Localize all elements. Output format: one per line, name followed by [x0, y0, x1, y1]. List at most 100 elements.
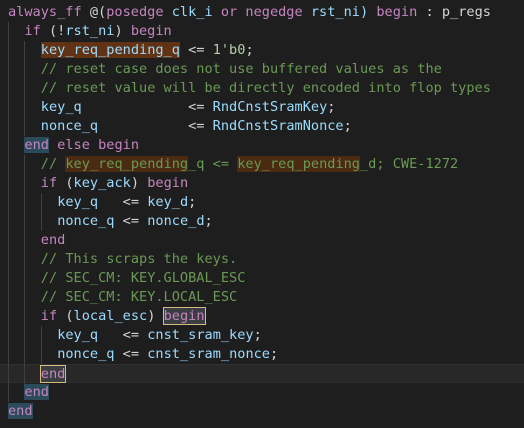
code-line[interactable]: // reset case does not use buffered valu… — [0, 60, 524, 79]
code-token: key_d — [147, 194, 189, 210]
code-token: key_q — [57, 327, 99, 343]
code-keyword: negedge — [245, 4, 303, 20]
code-token: ( — [57, 175, 74, 191]
code-line[interactable]: end — [0, 383, 524, 402]
code-keyword: end — [24, 137, 49, 153]
code-token: nonce_d — [147, 213, 205, 229]
indent-guide — [24, 365, 26, 384]
code-token: ) — [114, 23, 131, 39]
code-token: cnst_sram_key — [147, 327, 254, 343]
indent-guide — [8, 326, 9, 345]
code-line[interactable]: key_req_pending_q <= 1'b0; — [0, 41, 524, 60]
code-line[interactable]: if (!rst_ni) begin — [0, 22, 524, 41]
code-token: <= — [114, 213, 148, 229]
code-line[interactable]: // SEC_CM: KEY.GLOBAL_ESC — [0, 269, 524, 288]
code-line-content: if (!rst_ni) begin — [24, 22, 171, 41]
code-keyword: if — [40, 308, 58, 324]
code-line[interactable]: end — [0, 231, 524, 250]
code-line[interactable]: // key_req_pending_q <= key_req_pending_… — [0, 155, 524, 174]
code-line[interactable]: nonce_q <= RndCnstSramNonce; — [0, 117, 524, 136]
indent-guide — [8, 117, 9, 136]
indent-guide — [8, 174, 9, 193]
code-keyword: end — [8, 403, 33, 419]
code-keyword: begin — [147, 175, 189, 191]
indent-guide — [8, 22, 9, 41]
code-comment: // This scraps the keys. — [40, 251, 238, 267]
code-token: RndCnstSramKey — [212, 99, 328, 115]
indent-guide — [24, 98, 26, 117]
code-keyword: if — [24, 23, 41, 39]
code-comment: _d; CWE-1272 — [360, 156, 459, 172]
code-keyword: begin — [376, 4, 418, 20]
code-line[interactable]: // reset value will be directly encoded … — [0, 79, 524, 98]
code-token: <= — [98, 327, 148, 343]
code-line[interactable]: // This scraps the keys. — [0, 250, 524, 269]
code-line-content: key_req_pending_q <= 1'b0; — [40, 41, 254, 60]
code-comment: key_req_pending — [65, 156, 189, 172]
code-line-content: nonce_q <= cnst_sram_nonce; — [57, 345, 278, 364]
indent-guide — [8, 98, 9, 117]
code-token: ( — [57, 308, 74, 324]
code-line-content: // reset value will be directly encoded … — [41, 79, 491, 98]
indent-guide — [24, 231, 26, 250]
code-token: nonce_q — [57, 346, 115, 362]
code-token: rst_ni — [65, 23, 115, 39]
indent-guide — [24, 41, 26, 60]
code-line[interactable]: nonce_q <= nonce_d; — [0, 212, 524, 231]
code-keyword: if — [40, 175, 58, 191]
code-line[interactable]: always_ff @(posedge clk_i or negedge rst… — [0, 3, 524, 22]
code-token: nonce_q — [40, 118, 99, 134]
code-comment: // reset value will be directly encoded … — [40, 80, 491, 96]
code-line[interactable]: end else begin — [0, 136, 524, 155]
indent-guide — [24, 345, 26, 364]
code-line[interactable]: if (key_ack) begin — [0, 174, 524, 193]
code-editor[interactable]: always_ff @(posedge clk_i or negedge rst… — [0, 0, 524, 428]
code-line-content: end — [41, 231, 66, 250]
code-token: 1'b0 — [212, 42, 246, 58]
code-line[interactable]: end — [0, 364, 524, 384]
code-keyword: end — [24, 384, 49, 400]
code-token: ; — [204, 213, 213, 229]
indent-guide — [24, 79, 26, 98]
indent-guide — [8, 41, 9, 60]
code-token: cnst_sram_nonce — [147, 346, 270, 362]
code-line[interactable]: nonce_q <= cnst_sram_nonce; — [0, 345, 524, 364]
code-keyword: begin — [162, 307, 206, 325]
code-token: ; — [327, 99, 336, 115]
indent-guide — [8, 269, 9, 288]
code-line[interactable]: // SEC_CM: KEY.LOCAL_ESC — [0, 288, 524, 307]
code-token: key_q — [57, 194, 99, 210]
indent-guide — [40, 345, 42, 364]
indent-guide — [40, 326, 42, 345]
code-line[interactable]: key_q <= cnst_sram_key; — [0, 326, 524, 345]
indent-guide — [8, 60, 9, 79]
indent-guide — [24, 250, 26, 269]
indent-guide — [24, 60, 26, 79]
code-line[interactable]: end — [0, 402, 524, 421]
indent-guide — [40, 193, 42, 212]
code-token: <= — [98, 194, 148, 210]
code-line-content: // This scraps the keys. — [41, 250, 237, 269]
code-line-content: // reset case does not use buffered valu… — [41, 60, 442, 79]
code-keyword: begin — [130, 23, 172, 39]
indent-guide — [24, 288, 26, 307]
code-line[interactable]: key_q <= RndCnstSramKey; — [0, 98, 524, 117]
code-line-content: nonce_q <= RndCnstSramNonce; — [41, 117, 352, 136]
indent-guide — [8, 288, 9, 307]
code-line-content: end — [39, 365, 67, 384]
code-keyword: posedge — [106, 4, 164, 20]
code-keyword: begin — [98, 137, 139, 153]
code-line-content: end else begin — [24, 136, 139, 155]
code-comment: // SEC_CM: KEY.LOCAL_ESC — [40, 289, 238, 305]
code-line[interactable]: key_q <= key_d; — [0, 193, 524, 212]
indent-guide — [24, 326, 26, 345]
code-comment: // SEC_CM: KEY.GLOBAL_ESC — [40, 270, 246, 286]
code-token: <= — [114, 346, 148, 362]
code-keyword: or — [220, 4, 238, 20]
indent-guide — [8, 365, 9, 384]
code-token: ) — [147, 308, 164, 324]
indent-guide — [40, 212, 42, 231]
code-token: key_q — [40, 99, 82, 115]
code-line[interactable]: if (local_esc) begin — [0, 307, 524, 326]
